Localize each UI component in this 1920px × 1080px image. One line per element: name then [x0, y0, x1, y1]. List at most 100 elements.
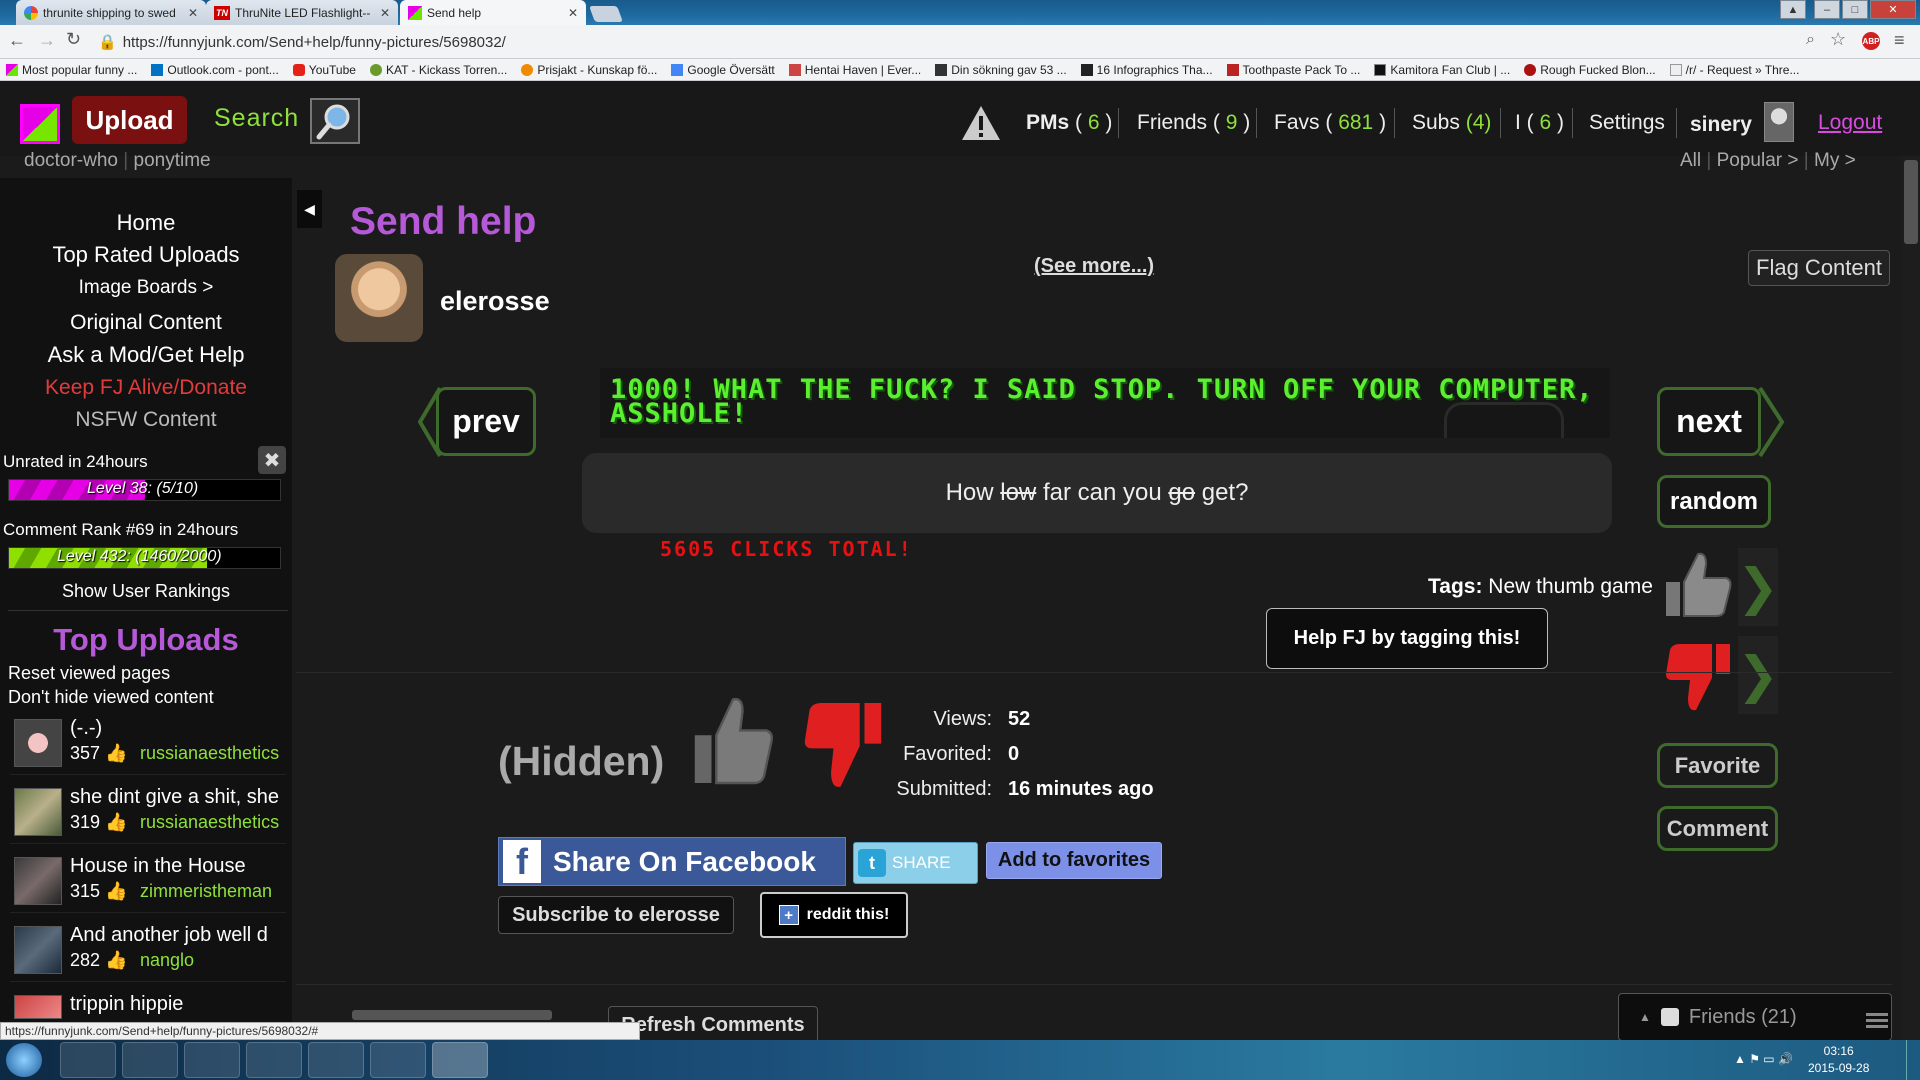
username-link[interactable]: sinery	[1690, 113, 1752, 137]
subnav-link[interactable]: My >	[1814, 150, 1856, 171]
upload-thumbnail[interactable]	[14, 926, 62, 974]
taskbar-chrome-icon[interactable]	[432, 1042, 488, 1078]
bookmark-item[interactable]: 16 Infographics Tha...	[1080, 63, 1213, 77]
author-avatar[interactable]	[335, 254, 423, 342]
taskbar-app-icon[interactable]	[184, 1042, 240, 1078]
list-item[interactable]: And another job well d 282 👍 nanglo	[10, 922, 286, 982]
close-window-icon[interactable]: ✕	[1870, 0, 1916, 19]
thumbs-up-icon[interactable]	[690, 694, 776, 786]
logout-link[interactable]: Logout	[1818, 111, 1882, 135]
favorite-button[interactable]: Favorite	[1657, 743, 1778, 788]
funnyjunk-logo[interactable]	[20, 104, 60, 144]
sidebar-item-top-rated[interactable]: Top Rated Uploads	[0, 242, 292, 268]
collapse-sidebar-button[interactable]: ◀	[297, 190, 322, 228]
minimize-icon[interactable]: –	[1814, 0, 1840, 19]
upload-thumbnail[interactable]	[14, 719, 62, 767]
subnav-link[interactable]: Popular >	[1717, 150, 1799, 171]
sidebar-item-donate[interactable]: Keep FJ Alive/Donate	[0, 376, 292, 400]
warning-icon[interactable]	[960, 104, 1002, 147]
bookmark-item[interactable]: Hentai Haven | Ever...	[788, 63, 921, 77]
scrollbar[interactable]	[1902, 156, 1920, 1040]
zoom-icon[interactable]: ⌕	[1806, 31, 1815, 49]
chevron-right-icon[interactable]: ❯	[1737, 636, 1779, 714]
see-more-link[interactable]: (See more...)	[1034, 255, 1154, 278]
sidebar-item-nsfw[interactable]: NSFW Content	[0, 408, 292, 432]
close-tab-icon[interactable]: ✕	[188, 6, 198, 20]
taskbar-settings-icon[interactable]	[60, 1042, 116, 1078]
browser-tab[interactable]: thrunite shipping to swed ✕	[16, 0, 206, 25]
taskbar-app-icon[interactable]	[246, 1042, 302, 1078]
list-item[interactable]: she dint give a shit, she 319 👍 russiana…	[10, 784, 286, 844]
bookmark-item[interactable]: KAT - Kickass Torren...	[369, 63, 507, 77]
i-link[interactable]: I ( 6 )	[1515, 111, 1564, 135]
dont-hide-link[interactable]: Don't hide viewed content	[8, 687, 214, 708]
start-button[interactable]	[6, 1043, 42, 1077]
pms-link[interactable]: PMs ( 6 )	[1026, 111, 1112, 135]
subnav-link[interactable]: doctor-who	[24, 150, 118, 171]
forward-icon[interactable]: →	[38, 30, 56, 51]
bookmark-item[interactable]: Kamitora Fan Club | ...	[1374, 63, 1510, 77]
author-name[interactable]: elerosse	[440, 286, 550, 317]
close-tab-icon[interactable]: ✕	[568, 6, 578, 20]
new-tab-button[interactable]	[589, 6, 623, 22]
collapse-panel-icon[interactable]	[1866, 1010, 1888, 1028]
top-uploads-title[interactable]: Top Uploads	[0, 622, 292, 658]
tray-icons[interactable]: ▲ ⚑ ▭ 🔊	[1734, 1052, 1793, 1066]
subnav-link[interactable]: All	[1680, 150, 1701, 171]
sidebar-item-ask-mod[interactable]: Ask a Mod/Get Help	[0, 342, 292, 368]
next-button[interactable]: next	[1657, 387, 1761, 456]
bookmark-item[interactable]: Most popular funny ...	[6, 63, 137, 77]
bookmark-item[interactable]: /r/ - Request » Thre...	[1669, 63, 1799, 77]
adblock-icon[interactable]: ABP	[1862, 32, 1880, 50]
random-button[interactable]: random	[1657, 475, 1771, 528]
reddit-button[interactable]: + reddit this!	[760, 892, 908, 938]
taskbar-xbox-icon[interactable]	[308, 1042, 364, 1078]
reset-viewed-link[interactable]: Reset viewed pages	[8, 663, 170, 684]
close-tab-icon[interactable]: ✕	[380, 6, 390, 20]
facebook-share-button[interactable]: f Share On Facebook	[498, 837, 846, 886]
bookmark-item[interactable]: Rough Fucked Blon...	[1524, 63, 1656, 77]
taskbar-clock[interactable]: 03:16 2015-09-28	[1808, 1043, 1869, 1077]
close-icon[interactable]: ✖	[258, 446, 286, 474]
list-item[interactable]: trippin hippie	[10, 991, 286, 1023]
flag-content-button[interactable]: Flag Content	[1748, 250, 1890, 286]
maximize-icon[interactable]: □	[1842, 0, 1868, 19]
upload-button[interactable]: Upload	[72, 96, 187, 144]
taskbar-app-icon[interactable]	[122, 1042, 178, 1078]
settings-link[interactable]: Settings	[1589, 111, 1665, 135]
add-to-favorites-button[interactable]: Add to favorites	[986, 842, 1162, 879]
user-profile-icon[interactable]: ▲	[1780, 0, 1806, 19]
bookmark-item[interactable]: Outlook.com - pont...	[151, 63, 279, 77]
user-avatar[interactable]	[1764, 102, 1794, 142]
menu-icon[interactable]: ≡	[1894, 30, 1905, 51]
taskbar-explorer-icon[interactable]	[370, 1042, 426, 1078]
thumbs-up-icon[interactable]	[1662, 548, 1734, 620]
upload-thumbnail[interactable]	[14, 857, 62, 905]
bookmark-item[interactable]: Toothpaste Pack To ...	[1226, 63, 1360, 77]
prev-button[interactable]: prev	[436, 387, 536, 456]
bookmark-item[interactable]: YouTube	[292, 63, 356, 77]
thumbs-down-icon[interactable]	[1662, 640, 1734, 716]
upload-thumbnail[interactable]	[14, 788, 62, 836]
list-item[interactable]: (-.-) 357 👍 russianaesthetics	[10, 715, 286, 775]
favs-link[interactable]: Favs ( 681 )	[1274, 111, 1386, 135]
browser-tab[interactable]: TN ThruNite LED Flashlight-- ✕	[206, 0, 398, 25]
browser-tab-active[interactable]: Send help ✕	[400, 0, 586, 25]
friends-link[interactable]: Friends ( 9 )	[1137, 111, 1250, 135]
reload-icon[interactable]: ↻	[66, 29, 81, 50]
tag-help-button[interactable]: Help FJ by tagging this!	[1266, 608, 1548, 669]
list-item[interactable]: House in the House 315 👍 zimmeristheman	[10, 853, 286, 913]
bookmark-item[interactable]: Google Översätt	[671, 63, 775, 77]
sidebar-item-original-content[interactable]: Original Content	[0, 311, 292, 335]
tag-link[interactable]: New thumb game	[1488, 575, 1653, 598]
search-label[interactable]: Search	[214, 104, 299, 133]
subscribe-button[interactable]: Subscribe to elerosse	[498, 896, 734, 934]
friends-panel[interactable]: ▲ Friends (21)	[1618, 993, 1892, 1041]
search-button[interactable]	[310, 98, 360, 144]
subs-link[interactable]: Subs (4)	[1412, 111, 1491, 135]
bookmark-item[interactable]: Din sökning gav 53 ...	[935, 63, 1067, 77]
twitter-share-button[interactable]: t SHARE	[853, 842, 978, 884]
chevron-right-icon[interactable]: ❯	[1737, 548, 1779, 626]
bookmark-star-icon[interactable]: ☆	[1830, 29, 1846, 50]
comment-button[interactable]: Comment	[1657, 806, 1778, 851]
